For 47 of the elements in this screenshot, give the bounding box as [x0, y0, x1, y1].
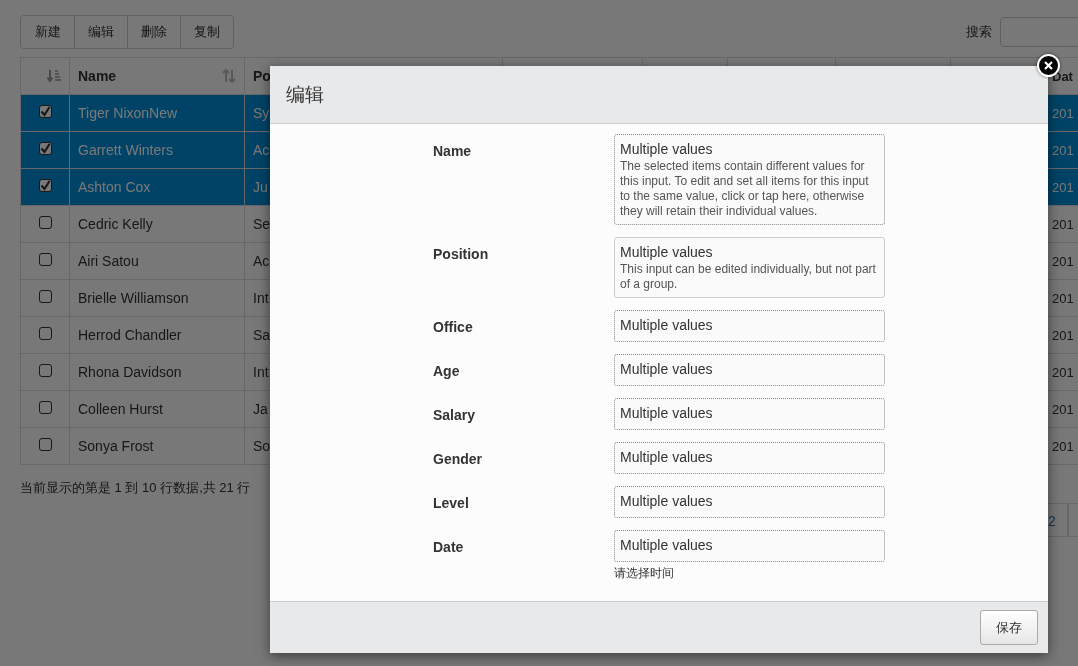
input-field[interactable]: Multiple values	[614, 530, 885, 562]
table-cell: Cedric Kelly	[69, 205, 245, 243]
table-cell: Airi Satou	[69, 242, 245, 280]
close-icon	[1044, 61, 1053, 70]
save-button[interactable]: 保存	[980, 610, 1038, 645]
checkbox[interactable]	[39, 290, 52, 303]
checkbox[interactable]	[39, 179, 52, 192]
field-label: Office	[433, 318, 474, 335]
table-cell: Colleen Hurst	[69, 390, 245, 428]
checkbox[interactable]	[39, 327, 52, 340]
field-label: Position	[433, 245, 490, 262]
field-label: Date	[433, 538, 465, 555]
input-field[interactable]: Multiple values The selected items contain different values for this input. To edit and set all items for this input to the same value, click or tap here, otherwise they will retain their individual values.	[614, 134, 885, 225]
table-cell: Garrett Winters	[69, 131, 245, 169]
field-label: Salary	[433, 406, 477, 423]
table-cell: Sonya Frost	[69, 427, 245, 465]
input-field[interactable]: Multiple values	[614, 310, 885, 342]
field-label: Age	[433, 362, 461, 379]
table-info: 当前显示的第是 1 到 10 行数据,共 21 行	[20, 479, 252, 497]
table-cell: Brielle Williamson	[69, 279, 245, 317]
field-label: Level	[433, 494, 470, 511]
column-header[interactable]: Po	[253, 68, 271, 84]
table-cell: Ashton Cox	[69, 168, 245, 206]
table-cell: Rhona Davidson	[69, 353, 245, 391]
checkbox[interactable]	[39, 142, 52, 155]
toolbar-button[interactable]: 复制	[180, 16, 233, 48]
field-hint: 请选择时间	[614, 565, 675, 582]
checkbox[interactable]	[39, 364, 52, 377]
input-field[interactable]: Multiple values	[614, 398, 885, 430]
checkbox[interactable]	[39, 216, 52, 229]
checkbox[interactable]	[39, 401, 52, 414]
sort-icon	[47, 69, 61, 83]
checkbox[interactable]	[39, 105, 52, 118]
table-cell: Herrod Chandler	[69, 316, 245, 354]
column-header[interactable]: Name	[78, 68, 117, 84]
field-label: Gender	[433, 450, 483, 467]
input-field[interactable]: Multiple values	[614, 486, 885, 518]
search-label: 搜索	[966, 23, 992, 41]
dialog-title: 编辑	[286, 82, 324, 107]
table-cell: Tiger NixonNew	[69, 94, 245, 132]
checkbox[interactable]	[39, 253, 52, 266]
input-field[interactable]: Multiple values	[614, 442, 885, 474]
checkbox[interactable]	[39, 438, 52, 451]
input-field[interactable]: Multiple values This input can be edited individually, but not part of a group.	[614, 237, 885, 298]
sort-icon	[222, 69, 236, 83]
input-field[interactable]: Multiple values	[614, 354, 885, 386]
field-label: Name	[433, 142, 473, 159]
